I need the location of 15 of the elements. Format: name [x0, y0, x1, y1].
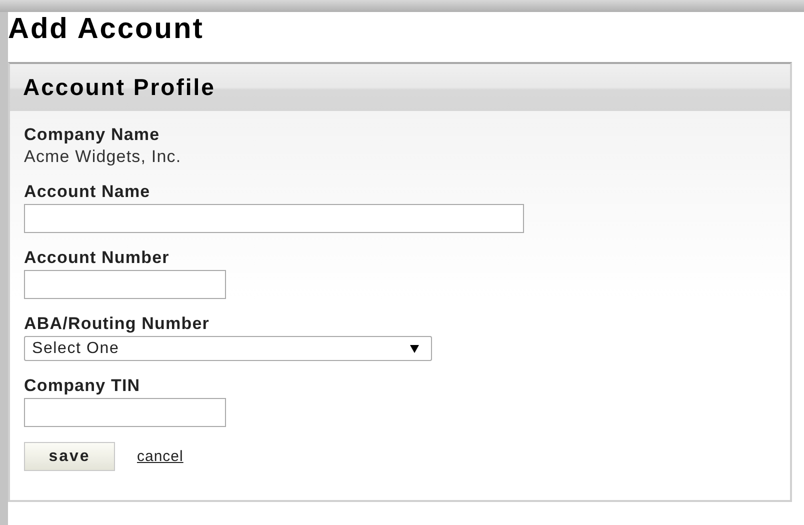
field-value: Acme Widgets, Inc.	[24, 147, 182, 167]
field-label: Company TIN	[24, 376, 142, 396]
field-label: Company Name	[24, 125, 161, 145]
caret-icon	[410, 344, 419, 352]
input-field[interactable]	[24, 398, 226, 427]
cancel-link[interactable]: cancel	[137, 448, 184, 465]
field-label: Account Number	[24, 248, 170, 268]
panel-title: Account Profile	[23, 74, 216, 101]
field-label: ABA/Routing Number	[24, 314, 211, 334]
input-field[interactable]	[24, 270, 226, 299]
save-button[interactable]: save	[24, 442, 115, 471]
page-title: Add Account	[8, 12, 205, 47]
field-label: Account Name	[24, 182, 152, 202]
dropdown[interactable]: Select One	[24, 336, 432, 361]
input-field[interactable]	[24, 204, 524, 233]
